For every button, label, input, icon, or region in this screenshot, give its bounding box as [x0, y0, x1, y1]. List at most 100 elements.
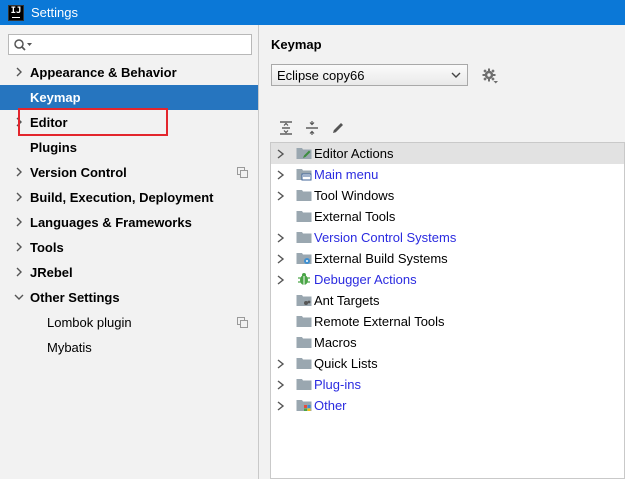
keymap-select-value: Eclipse copy66: [277, 67, 365, 83]
project-settings-icon: [237, 167, 248, 178]
action-group-tool-windows[interactable]: Tool Windows: [271, 185, 624, 206]
action-group-label: Remote External Tools: [314, 314, 445, 329]
action-group-label: Main menu: [314, 167, 379, 182]
folder-icon: [296, 211, 312, 222]
chevron-right-icon[interactable]: [276, 170, 285, 180]
sidebar-item-label: JRebel: [30, 265, 73, 280]
intellij-app-icon: IJ: [8, 4, 24, 21]
action-group-label: Other: [314, 398, 347, 413]
action-group-external-build-systems[interactable]: External Build Systems: [271, 248, 624, 269]
edit-icon: [332, 122, 343, 133]
settings-tree: Appearance & Behavior Keymap Editor Plugins…: [0, 60, 258, 360]
chevron-right-icon[interactable]: [14, 217, 24, 227]
chevron-right-icon[interactable]: [14, 67, 24, 77]
chevron-right-icon[interactable]: [276, 401, 285, 411]
keymap-select[interactable]: Eclipse copy66: [271, 64, 468, 86]
expand-all-icon: [279, 120, 292, 135]
chevron-right-icon[interactable]: [14, 167, 24, 177]
settings-sidebar: Appearance & Behavior Keymap Editor Plugins…: [0, 25, 259, 479]
keymap-actions-tree: Editor Actions Main menu Tool Windows Exter…: [270, 142, 625, 479]
sidebar-item-jrebel[interactable]: JRebel: [0, 260, 258, 285]
action-group-label: Version Control Systems: [314, 230, 457, 245]
collapse-all-button[interactable]: [303, 119, 320, 136]
chevron-down-icon: [451, 72, 461, 78]
search-icon[interactable]: [13, 38, 33, 52]
sidebar-item-languages-frameworks[interactable]: Languages & Frameworks: [0, 210, 258, 235]
action-group-external-tools[interactable]: External Tools: [271, 206, 624, 227]
sidebar-item-lombok-plugin[interactable]: Lombok plugin: [0, 310, 258, 335]
keymap-highlight-box: [18, 108, 168, 136]
action-group-label: Debugger Actions: [314, 272, 417, 287]
folder-icon: [296, 190, 312, 201]
folder-icon: [296, 232, 312, 243]
collapse-all-icon: [305, 120, 318, 135]
chevron-right-icon[interactable]: [14, 242, 24, 252]
sidebar-item-plugins[interactable]: Plugins: [0, 135, 258, 160]
sidebar-item-label: Lombok plugin: [47, 315, 132, 330]
action-group-remote-external-tools[interactable]: Remote External Tools: [271, 311, 624, 332]
window-title: Settings: [31, 5, 78, 20]
sidebar-item-label: Other Settings: [30, 290, 120, 305]
action-group-label: Plug-ins: [314, 377, 361, 392]
action-group-main-menu[interactable]: Main menu: [271, 164, 624, 185]
sidebar-item-version-control[interactable]: Version Control: [0, 160, 258, 185]
chevron-right-icon[interactable]: [14, 192, 24, 202]
folder-ant-icon: [296, 295, 312, 306]
sidebar-item-label: Version Control: [30, 165, 127, 180]
sidebar-item-appearance-behavior[interactable]: Appearance & Behavior: [0, 60, 258, 85]
expand-all-button[interactable]: [277, 119, 294, 136]
folder-icon: [296, 358, 312, 369]
action-group-label: Macros: [314, 335, 357, 350]
sidebar-item-label: Keymap: [30, 90, 81, 105]
folder-menu-icon: [296, 169, 312, 181]
bug-icon: [298, 273, 310, 285]
chevron-right-icon[interactable]: [276, 380, 285, 390]
sidebar-item-label: Plugins: [30, 140, 77, 155]
sidebar-item-keymap[interactable]: Keymap: [0, 85, 258, 110]
sidebar-item-label: Languages & Frameworks: [30, 215, 192, 230]
edit-button[interactable]: [329, 119, 346, 136]
chevron-right-icon[interactable]: [276, 254, 285, 264]
sidebar-item-mybatis[interactable]: Mybatis: [0, 335, 258, 360]
keymap-toolbar: [277, 119, 346, 136]
action-group-macros[interactable]: Macros: [271, 332, 624, 353]
sidebar-item-tools[interactable]: Tools: [0, 235, 258, 260]
search-input[interactable]: [8, 34, 252, 55]
folder-icon: [296, 379, 312, 390]
action-group-label: External Tools: [314, 209, 396, 224]
folder-icon: [296, 316, 312, 327]
project-settings-icon: [237, 317, 248, 328]
folder-icon: [296, 337, 312, 348]
gear-icon[interactable]: [481, 67, 499, 85]
chevron-right-icon[interactable]: [14, 267, 24, 277]
sidebar-item-label: Build, Execution, Deployment: [30, 190, 214, 205]
action-group-label: External Build Systems: [314, 251, 448, 266]
action-group-other[interactable]: Other: [271, 395, 624, 416]
action-group-editor-actions[interactable]: Editor Actions: [271, 143, 624, 164]
window-titlebar[interactable]: IJ Settings: [0, 0, 625, 25]
chevron-right-icon[interactable]: [276, 233, 285, 243]
sidebar-item-other-settings[interactable]: Other Settings: [0, 285, 258, 310]
sidebar-item-build-execution-deployment[interactable]: Build, Execution, Deployment: [0, 185, 258, 210]
chevron-right-icon[interactable]: [276, 275, 285, 285]
folder-other-icon: [296, 400, 312, 411]
action-group-ant-targets[interactable]: Ant Targets: [271, 290, 624, 311]
action-group-debugger-actions[interactable]: Debugger Actions: [271, 269, 624, 290]
keymap-panel: Keymap Eclipse copy66 Editor Actions Mai…: [260, 25, 625, 479]
folder-gear-icon: [296, 253, 312, 264]
chevron-right-icon[interactable]: [276, 191, 285, 201]
action-group-version-control-systems[interactable]: Version Control Systems: [271, 227, 624, 248]
action-group-label: Quick Lists: [314, 356, 378, 371]
page-title: Keymap: [271, 37, 322, 52]
action-group-quick-lists[interactable]: Quick Lists: [271, 353, 624, 374]
sidebar-item-label: Mybatis: [47, 340, 92, 355]
chevron-right-icon[interactable]: [276, 359, 285, 369]
action-group-label: Ant Targets: [314, 293, 380, 308]
chevron-down-icon[interactable]: [14, 292, 24, 302]
chevron-right-icon[interactable]: [276, 149, 285, 159]
sidebar-item-label: Appearance & Behavior: [30, 65, 177, 80]
folder-edit-icon: [296, 148, 312, 159]
action-group-plug-ins[interactable]: Plug-ins: [271, 374, 624, 395]
sidebar-item-label: Tools: [30, 240, 64, 255]
action-group-label: Editor Actions: [314, 146, 394, 161]
